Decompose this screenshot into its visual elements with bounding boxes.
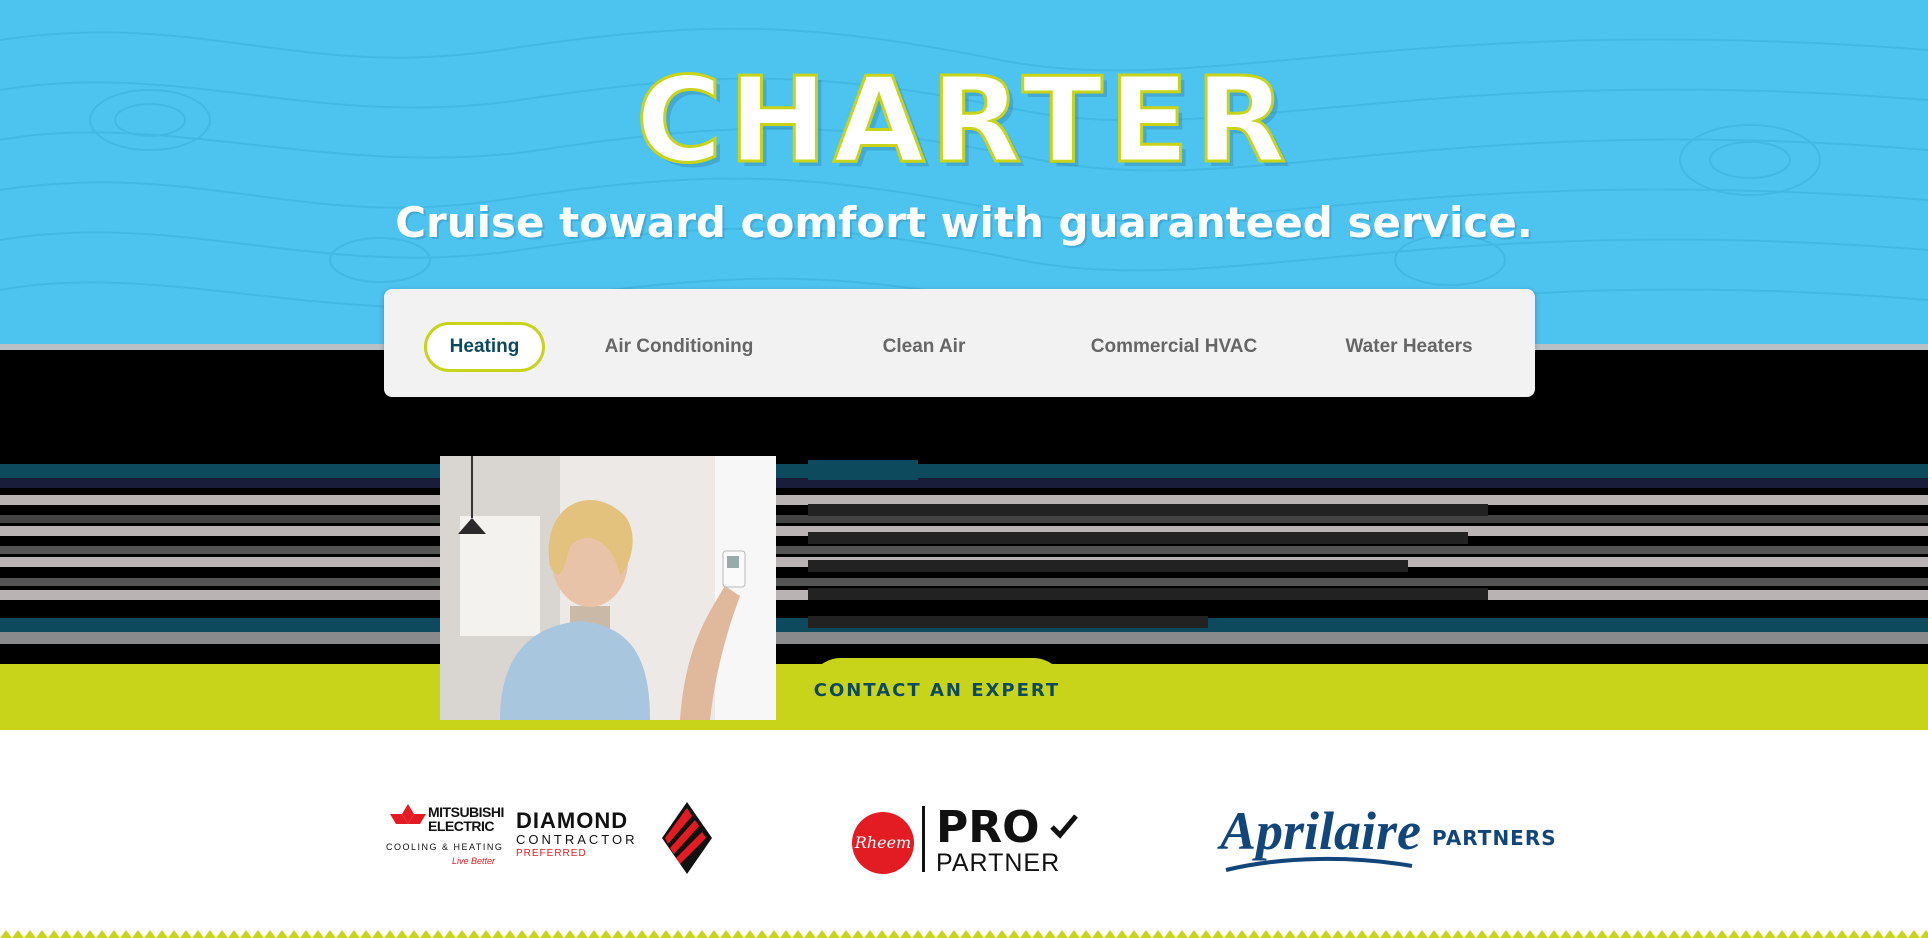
live-better-text: Live Better [452, 856, 496, 866]
contact-expert-button[interactable]: CONTACT AN EXPERT [808, 658, 1066, 724]
diamond-contractor-logo[interactable]: DIAMOND CONTRACTOR PREFERRED [516, 802, 712, 874]
service-tabs: Heating Air Conditioning Clean Air Comme… [384, 289, 1535, 397]
rheem-divider [922, 806, 925, 872]
electric-name: ELECTRIC [428, 818, 495, 834]
pro-word: PRO [936, 802, 1040, 853]
tab-commercial-hvac[interactable]: Commercial HVAC [1074, 322, 1274, 372]
preferred-word: PREFERRED [516, 848, 587, 859]
tab-clean-air[interactable]: Clean Air [854, 322, 994, 372]
partner-word: PARTNER [936, 849, 1061, 877]
woman-thermostat-photo [440, 456, 776, 720]
partner-logos: MITSUBISHI ELECTRIC COOLING & HEATING Li… [0, 730, 1928, 938]
diamond-word: DIAMOND [516, 808, 629, 833]
tab-air-conditioning[interactable]: Air Conditioning [579, 322, 779, 372]
aprilaire-swoosh-icon [1225, 856, 1413, 872]
aprilaire-partners-logo[interactable]: Aprilaire PARTNERS [1220, 796, 1556, 876]
brand-logo[interactable]: CHARTER [0, 59, 1928, 182]
rheem-pro-partner-logo[interactable]: Rheem PRO PARTNER [852, 798, 1084, 878]
checkmark-icon [1050, 814, 1078, 839]
contractor-word: CONTRACTOR [516, 832, 638, 847]
footer-zigzag-border [0, 928, 1928, 938]
diamond-stripes-icon [662, 802, 712, 874]
mitsubishi-electric-logo[interactable]: MITSUBISHI ELECTRIC COOLING & HEATING Li… [386, 802, 506, 872]
cooling-heating-text: COOLING & HEATING [386, 842, 504, 852]
hero-tagline: Cruise toward comfort with guaranteed se… [395, 198, 1533, 247]
mitsubishi-diamonds-icon [390, 804, 426, 824]
aprilaire-word: Aprilaire [1220, 801, 1422, 861]
rheem-badge: Rheem [852, 812, 914, 874]
tab-water-heaters[interactable]: Water Heaters [1329, 322, 1489, 372]
partners-word: PARTNERS [1432, 826, 1557, 850]
tab-heating[interactable]: Heating [424, 322, 545, 372]
blurred-text [808, 460, 1488, 628]
heating-description [808, 456, 1488, 646]
